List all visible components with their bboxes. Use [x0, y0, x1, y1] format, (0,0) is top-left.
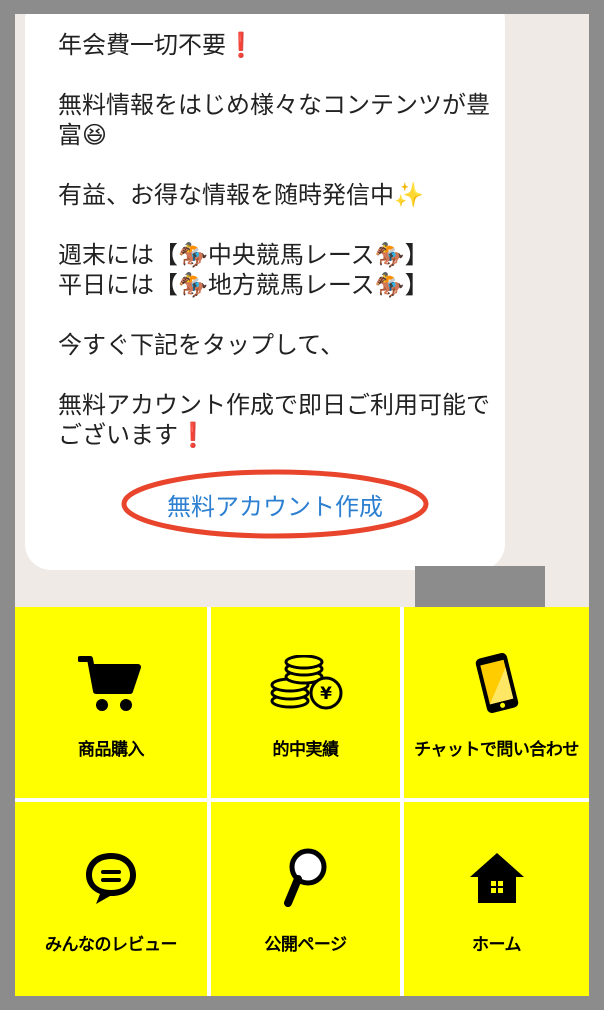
- menu-item-chat-inquiry-label: チャットで問い合わせ: [414, 740, 579, 760]
- cart-icon: [71, 651, 151, 715]
- menu-item-home-label: ホーム: [472, 935, 522, 955]
- message-text: 年会費一切不要❗ 無料情報をはじめ様々なコンテンツが豊富😆 有益、お得な情報を随…: [58, 31, 490, 449]
- menu-item-public-page-label: 公開ページ: [264, 935, 347, 955]
- create-account-link[interactable]: 無料アカウント作成: [120, 468, 430, 540]
- coins-yen-icon: ¥: [266, 651, 346, 715]
- menu-item-results[interactable]: ¥ 的中実績: [211, 607, 400, 798]
- rich-menu: 商品購入 ¥ 的中実績 チャットで問い合わせ みんなのレビュー 公開ページ ホー…: [15, 607, 589, 996]
- menu-item-home[interactable]: ホーム: [404, 802, 589, 996]
- menu-item-purchase[interactable]: 商品購入: [15, 607, 207, 798]
- app-screen: 年会費一切不要❗ 無料情報をはじめ様々なコンテンツが豊富😆 有益、お得な情報を随…: [15, 14, 589, 996]
- magnifier-icon: [266, 846, 346, 910]
- message-bubble: 年会費一切不要❗ 無料情報をはじめ様々なコンテンツが豊富😆 有益、お得な情報を随…: [25, 14, 505, 570]
- menu-item-reviews-label: みんなのレビュー: [45, 935, 178, 955]
- create-account-link-label: 無料アカウント作成: [167, 492, 383, 521]
- smartphone-icon: [457, 651, 537, 715]
- menu-item-reviews[interactable]: みんなのレビュー: [15, 802, 207, 996]
- svg-text:¥: ¥: [320, 684, 332, 704]
- menu-item-results-label: 的中実績: [272, 740, 340, 760]
- speech-bubble-icon: [71, 846, 151, 910]
- gray-placeholder: [415, 566, 545, 607]
- chat-area: 年会費一切不要❗ 無料情報をはじめ様々なコンテンツが豊富😆 有益、お得な情報を随…: [15, 14, 589, 607]
- menu-item-public-page[interactable]: 公開ページ: [211, 802, 400, 996]
- menu-item-chat-inquiry[interactable]: チャットで問い合わせ: [404, 607, 589, 798]
- menu-item-purchase-label: 商品購入: [78, 740, 145, 760]
- home-icon: [457, 846, 537, 910]
